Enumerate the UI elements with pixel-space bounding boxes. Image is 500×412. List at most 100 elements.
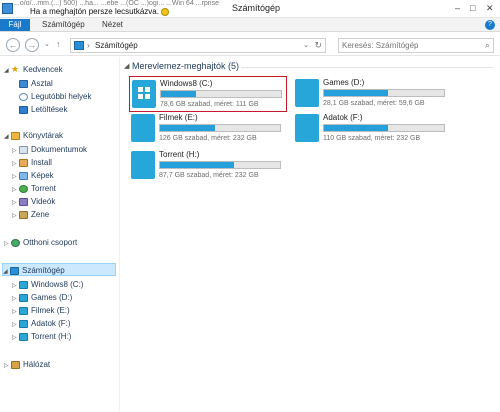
help-icon[interactable]: ? bbox=[485, 20, 495, 30]
up-button[interactable]: ↑ bbox=[56, 39, 61, 49]
pictures-icon bbox=[19, 171, 28, 180]
nav-item-drive-f[interactable]: ▷ Adatok (F:) bbox=[12, 317, 71, 330]
expand-chevron-icon[interactable]: ▷ bbox=[4, 360, 11, 373]
nav-item-recent-places[interactable]: Legutóbbi helyek bbox=[19, 90, 92, 103]
content-pane: ◢ Merevlemez-meghajtók (5) Windows8 (C:)… bbox=[121, 57, 500, 412]
nav-item-drive-e[interactable]: ▷ Filmek (E:) bbox=[12, 304, 70, 317]
nav-item-torrent-library[interactable]: ▷ Torrent bbox=[12, 182, 56, 195]
nav-homegroup[interactable]: ▷ Otthoni csoport bbox=[4, 236, 77, 249]
nav-favorites[interactable]: ◢ ★ Kedvencek bbox=[4, 63, 63, 76]
drive-name: Filmek (E:) bbox=[159, 113, 198, 122]
overlay-text-top: ...o/o/...mm.(...) 500) ...ha... ...ebe … bbox=[14, 0, 220, 7]
search-icon[interactable]: ⌕ bbox=[485, 40, 490, 51]
drive-icon bbox=[19, 332, 28, 341]
documents-icon bbox=[19, 145, 28, 154]
drive-usage-bar bbox=[323, 89, 445, 97]
nav-item-install[interactable]: ▷ Install bbox=[12, 156, 52, 169]
collapse-chevron-icon[interactable]: ◢ bbox=[124, 62, 129, 70]
nav-item-label: Dokumentumok bbox=[31, 145, 88, 154]
nav-item-label: Letöltések bbox=[31, 105, 68, 114]
star-icon: ★ bbox=[11, 64, 20, 75]
nav-item-documents[interactable]: ▷ Dokumentumok bbox=[12, 143, 87, 156]
group-header-label: Merevlemez-meghajtók (5) bbox=[132, 61, 240, 71]
drive-usage-fill bbox=[324, 90, 388, 96]
search-input[interactable] bbox=[339, 39, 474, 52]
tab-computer[interactable]: Számítógép bbox=[36, 19, 91, 31]
address-bar[interactable]: › Számítógép ⌄ ↻ bbox=[70, 38, 326, 53]
nav-favorites-label: Kedvencek bbox=[23, 65, 63, 74]
maximize-button[interactable]: □ bbox=[470, 3, 475, 13]
drive-icon bbox=[19, 293, 28, 302]
explorer-app-icon[interactable] bbox=[2, 3, 13, 14]
nav-network[interactable]: ▷ Hálózat bbox=[4, 358, 50, 371]
drive-usage-bar bbox=[159, 124, 281, 132]
window-title: Számítógép bbox=[232, 3, 281, 13]
smiley-icon bbox=[160, 7, 169, 16]
nav-item-drive-c[interactable]: ▷ Windows8 (C:) bbox=[12, 278, 83, 291]
address-row: ← → ⌄ ↑ › Számítógép ⌄ ↻ ⌕ bbox=[0, 34, 500, 56]
drive-tile-h[interactable]: Torrent (H:) 87,7 GB szabad, méret: 232 … bbox=[129, 148, 287, 184]
search-box: ⌕ bbox=[338, 38, 494, 53]
nav-item-downloads[interactable]: Letöltések bbox=[19, 103, 67, 116]
back-button[interactable]: ← bbox=[6, 38, 20, 52]
nav-item-videos[interactable]: ▷ Videók bbox=[12, 195, 55, 208]
homegroup-icon bbox=[11, 238, 20, 247]
drive-tile-e[interactable]: Filmek (E:) 126 GB szabad, méret: 232 GB bbox=[129, 111, 287, 147]
drive-name: Windows8 (C:) bbox=[160, 79, 213, 88]
nav-item-pictures[interactable]: ▷ Képek bbox=[12, 169, 54, 182]
forward-button[interactable]: → bbox=[25, 38, 39, 52]
expand-chevron-icon[interactable]: ▷ bbox=[12, 332, 19, 345]
tab-view[interactable]: Nézet bbox=[96, 19, 129, 31]
drive-name: Adatok (F:) bbox=[323, 113, 363, 122]
expand-chevron-icon[interactable]: ▷ bbox=[4, 238, 11, 251]
drive-icon bbox=[19, 280, 28, 289]
nav-item-label: Képek bbox=[31, 171, 54, 180]
libraries-icon bbox=[11, 131, 20, 140]
drive-tile-f[interactable]: Adatok (F:) 110 GB szabad, méret: 232 GB bbox=[293, 111, 451, 147]
minimize-button[interactable]: – bbox=[455, 3, 460, 13]
drive-tile-d[interactable]: Games (D:) 28,1 GB szabad, méret: 59,6 G… bbox=[293, 76, 451, 112]
drive-name: Games (D:) bbox=[323, 78, 365, 87]
nav-item-label: Zene bbox=[31, 210, 50, 219]
refresh-icon[interactable]: ↻ bbox=[314, 40, 322, 51]
nav-item-drive-d[interactable]: ▷ Games (D:) bbox=[12, 291, 72, 304]
drive-usage-bar bbox=[323, 124, 445, 132]
drive-name: Torrent (H:) bbox=[159, 150, 200, 159]
breadcrumb-separator-icon[interactable]: › bbox=[87, 41, 90, 50]
nav-item-desktop[interactable]: Asztal bbox=[19, 77, 53, 90]
drive-tile-c[interactable]: Windows8 (C:) 78,6 GB szabad, méret: 111… bbox=[129, 76, 287, 112]
nav-item-label: Torrent bbox=[31, 184, 56, 193]
drive-space-info: 110 GB szabad, méret: 232 GB bbox=[323, 135, 421, 142]
drive-icon bbox=[295, 114, 319, 142]
group-header-hard-drives[interactable]: ◢ Merevlemez-meghajtók (5) bbox=[123, 61, 498, 73]
ribbon-tabs: Fájl Számítógép Nézet ? bbox=[0, 18, 500, 32]
address-dropdown-icon[interactable]: ⌄ bbox=[303, 41, 309, 49]
drive-space-info: 78,6 GB szabad, méret: 111 GB bbox=[160, 101, 259, 108]
drive-space-info: 28,1 GB szabad, méret: 59,6 GB bbox=[323, 100, 425, 107]
drive-usage-fill bbox=[324, 125, 388, 131]
nav-network-label: Hálózat bbox=[23, 360, 51, 369]
nav-computer[interactable]: ◢ Számítógép bbox=[2, 263, 116, 276]
drive-icon bbox=[295, 79, 319, 107]
drive-space-info: 126 GB szabad, méret: 232 GB bbox=[159, 135, 257, 142]
collapse-chevron-icon[interactable]: ◢ bbox=[4, 131, 11, 144]
nav-libraries[interactable]: ◢ Könyvtárak bbox=[4, 129, 63, 142]
nav-item-label: Games (D:) bbox=[31, 293, 73, 302]
drive-icon bbox=[131, 151, 155, 179]
close-button[interactable]: ✕ bbox=[486, 3, 494, 14]
nav-libraries-label: Könyvtárak bbox=[23, 131, 64, 140]
nav-homegroup-label: Otthoni csoport bbox=[23, 238, 78, 247]
desktop-icon bbox=[19, 79, 28, 88]
collapse-chevron-icon[interactable]: ◢ bbox=[3, 266, 10, 279]
nav-item-drive-h[interactable]: ▷ Torrent (H:) bbox=[12, 330, 71, 343]
collapse-chevron-icon[interactable]: ◢ bbox=[4, 65, 11, 78]
drive-space-info: 87,7 GB szabad, méret: 232 GB bbox=[159, 172, 259, 179]
breadcrumb-computer[interactable]: Számítógép bbox=[95, 41, 138, 50]
tab-file[interactable]: Fájl bbox=[0, 19, 30, 31]
overlay-text-label: Ha a meghajtón persze lecsutkázva. bbox=[30, 7, 159, 16]
expand-chevron-icon[interactable]: ▷ bbox=[12, 210, 19, 223]
drive-icon bbox=[19, 319, 28, 328]
windows-drive-icon bbox=[132, 80, 156, 108]
recent-locations-chevron-icon[interactable]: ⌄ bbox=[44, 40, 50, 48]
nav-item-music[interactable]: ▷ Zene bbox=[12, 208, 49, 221]
